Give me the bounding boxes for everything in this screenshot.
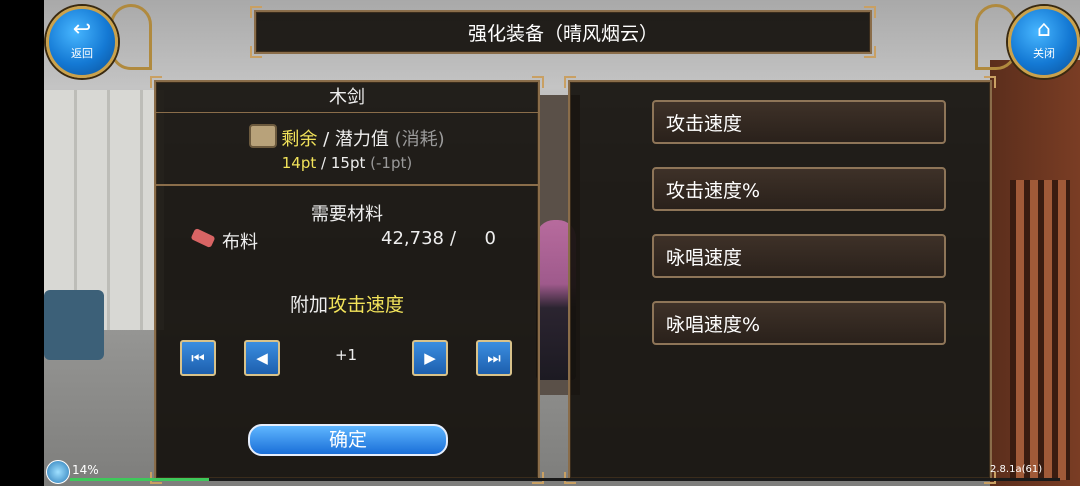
- remaining-label: 剩余: [281, 129, 318, 150]
- material-row: 布料 42,738 / 0: [190, 227, 502, 253]
- arrow-left-icon: ◀: [256, 349, 268, 367]
- corner-ornament: [864, 6, 876, 18]
- step-first-button[interactable]: ⏮: [180, 340, 216, 376]
- arrow-right-icon: ▶: [424, 349, 436, 367]
- screen-edge: [0, 0, 44, 486]
- stat-option-cast-speed-percent[interactable]: 咏唱速度%: [652, 301, 946, 345]
- enhance-description: 附加攻击速度: [156, 290, 538, 317]
- corner-ornament: [250, 46, 262, 58]
- corner-ornament: [984, 76, 996, 88]
- progress-fill: [70, 478, 209, 481]
- chair: [44, 290, 104, 360]
- confirm-button[interactable]: 确定: [248, 424, 448, 456]
- potential-label: 潜力值: [334, 129, 389, 150]
- corner-ornament: [864, 46, 876, 58]
- step-decrease-button[interactable]: ◀: [244, 340, 280, 376]
- home-icon: ⌂: [1037, 17, 1051, 42]
- back-icon: ↩: [72, 17, 92, 42]
- item-name: 木剑: [156, 84, 538, 113]
- points-values: 14pt / 15pt (-1pt): [156, 154, 538, 172]
- enhance-panel: 木剑 剩余 / 潜力值 (消耗) 14pt / 15pt (-1pt) 需要材料…: [150, 76, 544, 484]
- step-increase-button[interactable]: ▶: [412, 340, 448, 376]
- lattice-door: [990, 60, 1080, 486]
- skip-back-icon: ⏮: [191, 349, 205, 367]
- loading-icon: [46, 460, 70, 484]
- enhance-stat: 攻击速度: [328, 294, 405, 316]
- cost-value: (-1pt): [370, 154, 413, 172]
- material-separator: /: [450, 228, 457, 249]
- corner-ornament: [564, 76, 576, 88]
- enhance-prefix: 附加: [289, 294, 328, 316]
- close-label: 关闭: [1033, 47, 1055, 60]
- points-block: 剩余 / 潜力值 (消耗) 14pt / 15pt (-1pt): [156, 114, 538, 186]
- potential-value: 15pt: [330, 154, 366, 172]
- skip-forward-icon: ⏭: [487, 349, 501, 367]
- cost-label: (消耗): [394, 129, 445, 150]
- material-name: 布料: [222, 232, 258, 253]
- stat-option-attack-speed[interactable]: 攻击速度: [652, 100, 946, 144]
- remaining-value: 14pt: [281, 154, 317, 172]
- points-labels: 剩余 / 潜力值 (消耗): [156, 124, 538, 151]
- step-last-button[interactable]: ⏭: [476, 340, 512, 376]
- close-button[interactable]: ⌂ 关闭: [1008, 6, 1080, 78]
- stat-option-cast-speed[interactable]: 咏唱速度: [652, 234, 946, 278]
- stat-options-panel: 攻击速度 攻击速度% 咏唱速度 咏唱速度%: [564, 76, 996, 484]
- corner-ornament: [250, 6, 262, 18]
- materials-title: 需要材料: [311, 204, 383, 225]
- treasure-chest-icon: [249, 124, 278, 148]
- status-percent: 14%: [72, 463, 99, 477]
- version-label: 2.8.1a(61): [990, 464, 1043, 475]
- status-indicator: 14%: [44, 458, 244, 486]
- title-bar: 强化装备（晴风烟云）: [250, 6, 876, 58]
- progress-bar: [70, 478, 1060, 481]
- cloth-icon: [190, 227, 216, 249]
- stat-option-attack-speed-percent[interactable]: 攻击速度%: [652, 167, 946, 211]
- material-need: 0: [484, 228, 496, 249]
- back-button[interactable]: ↩ 返回: [46, 6, 118, 78]
- separator: /: [323, 129, 330, 150]
- step-value: +1: [334, 346, 358, 364]
- back-label: 返回: [71, 47, 93, 60]
- separator: /: [321, 154, 327, 172]
- material-have: 42,738: [381, 228, 444, 249]
- page-title: 强化装备（晴风烟云）: [467, 22, 658, 45]
